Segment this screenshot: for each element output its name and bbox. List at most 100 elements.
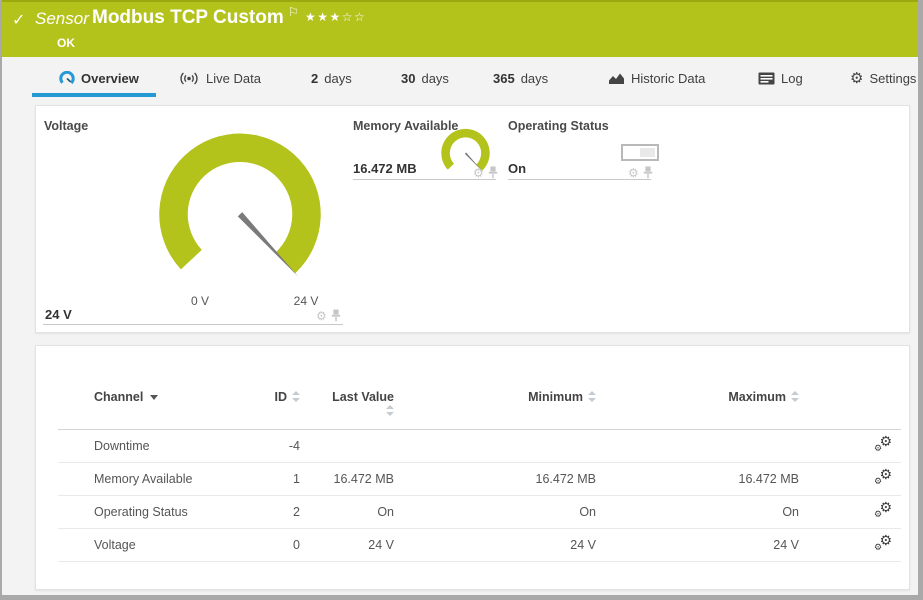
gauge-scale-min: 0 V bbox=[190, 294, 209, 308]
gauge-icon bbox=[59, 70, 75, 84]
tab-2-days-number: 2 bbox=[311, 70, 319, 86]
pin-icon[interactable] bbox=[331, 309, 341, 322]
stars-empty[interactable]: ☆☆ bbox=[342, 10, 367, 24]
tile-title: Voltage bbox=[44, 119, 89, 133]
tab-overview-label: Overview bbox=[81, 70, 139, 86]
table-row-memory-available: Memory Available 1 16.472 MB 16.472 MB 1… bbox=[58, 463, 901, 496]
big-gear-icon: ⚙ bbox=[879, 532, 892, 549]
tile-divider bbox=[508, 179, 651, 180]
cell-maximum: 24 V bbox=[773, 538, 799, 552]
active-tab-underline bbox=[32, 93, 156, 97]
cell-maximum: On bbox=[782, 505, 799, 519]
cell-last-value: 24 V bbox=[368, 538, 394, 552]
tab-30-days-number: 30 bbox=[401, 70, 416, 86]
cell-id: 1 bbox=[293, 472, 300, 486]
pin-icon[interactable] bbox=[643, 166, 653, 179]
object-kind-label: Sensor bbox=[35, 9, 89, 28]
tile-gear-icon[interactable]: ⚙ bbox=[628, 167, 639, 179]
cell-last-value: On bbox=[377, 505, 394, 519]
tab-365-days-number: 365 bbox=[493, 70, 515, 86]
cell-maximum: 16.472 MB bbox=[738, 472, 799, 486]
cell-minimum: On bbox=[579, 505, 596, 519]
toggle-knob bbox=[640, 148, 655, 157]
tab-365-days[interactable]: 365 days bbox=[493, 68, 548, 88]
table-row-operating-status: Operating Status 2 On On On ⚙ ⚙ bbox=[58, 496, 901, 529]
sort-desc-caret-icon bbox=[150, 395, 159, 400]
tab-bar: Overview Live Data 2 days 30 days 365 da… bbox=[2, 57, 918, 100]
gauge-tile-operating-status[interactable]: Operating Status On ⚙ bbox=[508, 106, 668, 196]
big-gear-icon: ⚙ bbox=[879, 466, 892, 483]
channel-settings-icon[interactable]: ⚙ ⚙ bbox=[874, 466, 892, 487]
column-header-id-label: ID bbox=[274, 390, 288, 404]
column-header-last-value[interactable]: Last Value bbox=[300, 390, 394, 418]
cell-channel: Voltage bbox=[94, 538, 136, 552]
sort-icon[interactable] bbox=[588, 391, 596, 402]
tab-live-data-label: Live Data bbox=[206, 70, 261, 86]
channel-value: On bbox=[508, 161, 527, 176]
tile-title: Operating Status bbox=[508, 119, 609, 133]
priority-stars[interactable]: ★★★☆☆ bbox=[305, 10, 366, 24]
cell-id: 2 bbox=[293, 505, 300, 519]
gauge-scale-max: 24 V bbox=[293, 294, 319, 308]
sort-icon[interactable] bbox=[292, 391, 300, 402]
table-header-row: Channel ID Last Value Minimum Maximum bbox=[58, 386, 901, 430]
flag-icon[interactable]: ⚐ bbox=[288, 5, 299, 19]
log-list-icon bbox=[758, 72, 775, 84]
column-header-channel-label: Channel bbox=[94, 390, 144, 404]
table-row-voltage: Voltage 0 24 V 24 V 24 V ⚙ ⚙ bbox=[58, 529, 901, 562]
big-gear-icon: ⚙ bbox=[879, 433, 892, 450]
status-ok-check-icon: ✓ bbox=[12, 10, 26, 29]
cell-last-value: 16.472 MB bbox=[333, 472, 394, 486]
tile-gear-icon[interactable]: ⚙ bbox=[473, 167, 484, 179]
table-row-downtime: Downtime -4 ⚙ ⚙ bbox=[58, 430, 901, 463]
channel-table-panel: Channel ID Last Value Minimum Maximum Do… bbox=[35, 345, 910, 590]
tab-settings-label: Settings bbox=[869, 70, 917, 86]
big-gear-icon: ⚙ bbox=[879, 499, 892, 516]
column-header-channel[interactable]: Channel bbox=[58, 390, 244, 404]
tab-live-data[interactable]: Live Data bbox=[178, 68, 261, 88]
sensor-status-header: ✓ Sensor Modbus TCP Custom ⚐ ★★★☆☆ OK bbox=[2, 0, 918, 57]
tab-overview[interactable]: Overview bbox=[59, 68, 139, 88]
tab-historic-data-label: Historic Data bbox=[631, 70, 706, 86]
tab-log[interactable]: Log bbox=[758, 68, 803, 88]
tab-log-label: Log bbox=[781, 70, 803, 86]
tab-30-days[interactable]: 30 days bbox=[401, 68, 449, 88]
column-header-id[interactable]: ID bbox=[244, 390, 300, 404]
pin-icon[interactable] bbox=[488, 166, 498, 179]
sort-icon[interactable] bbox=[791, 391, 799, 402]
column-header-minimum-label: Minimum bbox=[528, 390, 583, 404]
gauge-tile-memory[interactable]: Memory Available 16.472 MB ⚙ bbox=[353, 106, 513, 196]
gear-icon: ⚙ bbox=[850, 68, 864, 87]
channel-settings-icon[interactable]: ⚙ ⚙ bbox=[874, 499, 892, 520]
stars-filled[interactable]: ★★★ bbox=[305, 10, 342, 24]
overview-gauges-panel: Voltage 0 V 24 V 24 V ⚙ Memory Available bbox=[35, 105, 910, 333]
channel-value: 24 V bbox=[45, 307, 72, 322]
status-toggle-graphic bbox=[621, 144, 659, 161]
tab-30-days-label: days bbox=[421, 70, 449, 86]
tab-settings[interactable]: ⚙ Settings bbox=[850, 68, 916, 88]
column-header-maximum-label: Maximum bbox=[728, 390, 786, 404]
column-header-minimum[interactable]: Minimum bbox=[394, 390, 596, 404]
channel-settings-icon[interactable]: ⚙ ⚙ bbox=[874, 532, 892, 553]
gauge-tile-voltage[interactable]: Voltage 0 V 24 V 24 V ⚙ bbox=[36, 106, 376, 334]
channel-value: 16.472 MB bbox=[353, 161, 417, 176]
channel-settings-icon[interactable]: ⚙ ⚙ bbox=[874, 433, 892, 454]
tile-gear-icon[interactable]: ⚙ bbox=[316, 310, 327, 322]
cell-id: -4 bbox=[288, 439, 300, 453]
tab-2-days[interactable]: 2 days bbox=[311, 68, 352, 88]
cell-channel: Operating Status bbox=[94, 505, 188, 519]
tab-365-days-label: days bbox=[520, 70, 549, 86]
column-header-last-value-label: Last Value bbox=[332, 390, 394, 404]
channel-table: Channel ID Last Value Minimum Maximum Do… bbox=[58, 386, 901, 562]
tile-divider bbox=[43, 324, 343, 325]
cell-channel: Downtime bbox=[94, 439, 150, 453]
status-badge: OK bbox=[57, 36, 75, 50]
column-header-maximum[interactable]: Maximum bbox=[596, 390, 799, 404]
voltage-gauge bbox=[159, 133, 321, 277]
cell-minimum: 16.472 MB bbox=[535, 472, 596, 486]
tab-historic-data[interactable]: Historic Data bbox=[608, 68, 705, 88]
sort-icon[interactable] bbox=[386, 405, 394, 416]
prtg-sensor-window: ✓ Sensor Modbus TCP Custom ⚐ ★★★☆☆ OK Ov… bbox=[0, 0, 923, 600]
cell-id: 0 bbox=[293, 538, 300, 552]
cell-minimum: 24 V bbox=[570, 538, 596, 552]
